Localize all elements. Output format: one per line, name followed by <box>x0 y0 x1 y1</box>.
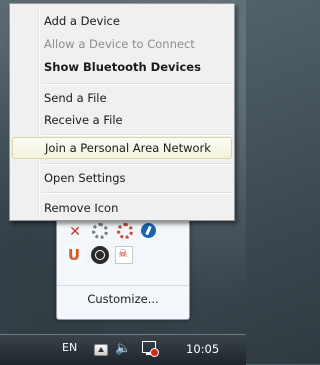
language-indicator[interactable]: EN <box>62 341 77 354</box>
gear-icon[interactable] <box>117 223 135 241</box>
menu-item-remove-icon[interactable]: Remove Icon <box>12 197 232 219</box>
menu-separator <box>41 192 232 194</box>
customize-link[interactable]: Customize... <box>57 285 189 312</box>
bluetooth-context-menu: Add a Device Allow a Device to Connect S… <box>9 3 235 221</box>
menu-item-send-file[interactable]: Send a File <box>12 87 232 109</box>
taskbar: EN 🔈 10:05 <box>0 334 246 365</box>
menu-separator <box>41 83 232 85</box>
show-hidden-icons-button[interactable] <box>94 344 108 356</box>
steam-icon[interactable] <box>91 246 109 264</box>
menu-item-join-pan[interactable]: Join a Personal Area Network <box>12 137 232 159</box>
menu-item-open-settings[interactable]: Open Settings <box>12 167 232 189</box>
blue-app-icon[interactable] <box>141 223 156 238</box>
menu-item-show-bluetooth-devices[interactable]: Show Bluetooth Devices <box>12 56 232 78</box>
menu-separator <box>41 134 232 136</box>
menu-separator <box>41 163 232 165</box>
taskbar-clock[interactable]: 10:05 <box>186 342 219 356</box>
menu-item-allow-device: Allow a Device to Connect <box>44 37 195 51</box>
volume-icon[interactable]: 🔈 <box>115 341 131 356</box>
menu-item-add-device[interactable]: Add a Device <box>12 10 232 32</box>
menu-item-receive-file[interactable]: Receive a File <box>12 109 232 131</box>
u-app-icon[interactable]: U <box>65 246 83 264</box>
gear-icon[interactable] <box>92 223 110 241</box>
network-error-icon <box>150 348 159 357</box>
x-app-icon[interactable]: ✕ <box>66 223 84 241</box>
pdf-icon[interactable] <box>115 246 133 264</box>
